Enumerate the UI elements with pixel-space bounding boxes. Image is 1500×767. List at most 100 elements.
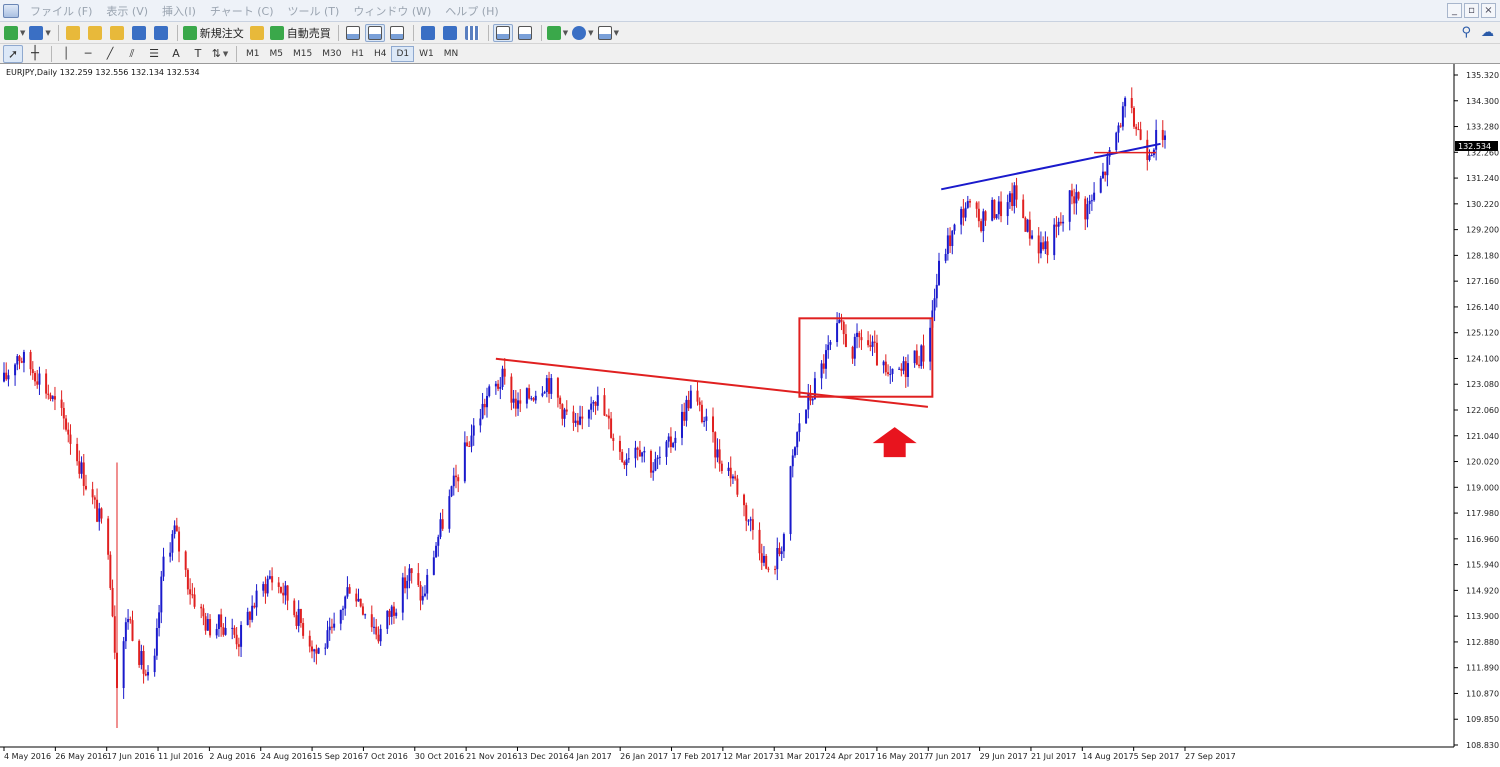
chat-icon[interactable]: ☁ [1481, 25, 1494, 40]
timeframe-d1[interactable]: D1 [391, 45, 415, 62]
date-tick-label: 30 Oct 2016 [415, 752, 464, 761]
timeframe-h4[interactable]: H4 [369, 46, 392, 62]
trendline-tool[interactable]: ╱ [100, 45, 120, 63]
horizontal-line-tool[interactable]: ─ [78, 45, 98, 63]
candle-body [1028, 219, 1031, 239]
bar-chart-button[interactable] [343, 24, 363, 42]
timeframe-m1[interactable]: M1 [241, 46, 265, 62]
tile-windows-button[interactable] [462, 24, 482, 42]
restore-button[interactable]: ▫ [1464, 3, 1479, 18]
indicators-button[interactable]: ▼ [546, 24, 569, 42]
text-tool[interactable]: A [166, 45, 186, 63]
tester-button[interactable] [151, 24, 171, 42]
candle-body [1161, 129, 1164, 140]
navigator-button[interactable] [107, 24, 127, 42]
candle-body [543, 392, 546, 394]
date-tick-label: 24 Apr 2017 [826, 752, 875, 761]
price-chart[interactable]: 135.320134.300133.280132.260131.240130.2… [0, 64, 1500, 767]
candle-body [960, 209, 963, 225]
candle-body [240, 624, 243, 647]
auto-trading-button[interactable]: 自動売買 [269, 24, 332, 42]
templates-button[interactable]: ▼ [597, 24, 620, 42]
candle-body [842, 321, 845, 335]
menu-help[interactable]: ヘルプ (H) [438, 3, 505, 19]
zoom-in-button[interactable] [418, 24, 438, 42]
candle-body [78, 461, 81, 474]
menu-chart[interactable]: チャート (C) [203, 3, 281, 19]
candle-body [388, 610, 391, 617]
candle-body [96, 499, 99, 522]
candle-body [3, 372, 5, 382]
chart-shift-button[interactable] [515, 24, 535, 42]
menu-view[interactable]: 表示 (V) [99, 3, 155, 19]
candle-body [1026, 219, 1029, 232]
candle-body [67, 429, 70, 435]
new-chart-button[interactable]: ▼ [3, 24, 26, 42]
line-chart-button[interactable] [387, 24, 407, 42]
candlestick-button[interactable] [364, 23, 385, 42]
crosshair-tool[interactable]: ┼ [25, 45, 45, 63]
candle-body [1055, 224, 1058, 227]
candle-body [603, 395, 606, 416]
timeframe-h1[interactable]: H1 [346, 46, 369, 62]
candle-body [667, 436, 670, 442]
data-window-button[interactable] [85, 24, 105, 42]
candle-body [286, 585, 289, 601]
candle-body [977, 208, 980, 222]
search-icon[interactable]: ⚲ [1461, 25, 1471, 40]
candle-body [510, 376, 513, 403]
dropdown-arrow-icon: ▼ [562, 28, 569, 37]
profiles-button[interactable]: ▼ [28, 24, 51, 42]
menu-window[interactable]: ウィンドウ (W) [346, 3, 438, 19]
zoom-out-button[interactable] [440, 24, 460, 42]
periods-button[interactable]: ▼ [571, 24, 594, 42]
arrows-tool[interactable]: ⇅ ▼ [210, 45, 230, 63]
toolbar-separator [337, 24, 339, 41]
timeframe-m15[interactable]: M15 [288, 46, 317, 62]
candle-body [1146, 139, 1149, 161]
timeframe-m5[interactable]: M5 [265, 46, 289, 62]
candle-body [778, 547, 781, 555]
candle-body [995, 214, 998, 219]
candle-body [1053, 224, 1056, 256]
pitchfork-tool[interactable]: ⫽ [122, 45, 142, 63]
candle-body [178, 531, 181, 552]
new-order-button[interactable]: 新規注文 [182, 24, 245, 42]
fibonacci-tool[interactable]: ☰ [144, 45, 164, 63]
candle-body [454, 475, 457, 478]
autoscroll-button[interactable] [492, 23, 513, 42]
candle-body [202, 608, 205, 617]
close-button[interactable]: × [1481, 3, 1496, 18]
candle-body [84, 485, 87, 490]
menu-tools[interactable]: ツール (T) [281, 3, 347, 19]
minimize-button[interactable]: _ [1447, 3, 1462, 18]
candle-body [649, 450, 652, 473]
market-watch-button[interactable] [63, 24, 83, 42]
candle-body [731, 476, 734, 479]
metaeditor-button[interactable] [247, 24, 267, 42]
timeframe-w1[interactable]: W1 [414, 46, 439, 62]
candle-body [379, 628, 382, 642]
candle-body [625, 459, 628, 466]
chart-shift-icon [517, 25, 532, 40]
candle-body [793, 447, 796, 456]
date-tick-label: 11 Jul 2016 [158, 752, 203, 761]
app-icon[interactable] [3, 3, 19, 18]
toolbar-separator [540, 24, 542, 41]
candle-body [160, 576, 163, 613]
timeframe-mn[interactable]: MN [439, 46, 464, 62]
cursor-tool[interactable]: ➚ [3, 44, 23, 63]
menu-file[interactable]: ファイル (F) [23, 3, 99, 19]
candle-body [326, 630, 329, 648]
candle-body [189, 589, 192, 595]
candle-body [330, 626, 333, 628]
menu-insert[interactable]: 挿入(I) [155, 3, 203, 19]
text-label-tool[interactable]: T [188, 45, 208, 63]
candle-body [594, 401, 597, 406]
vertical-line-tool[interactable]: │ [56, 45, 76, 63]
timeframe-m30[interactable]: M30 [317, 46, 346, 62]
terminal-button[interactable] [129, 24, 149, 42]
candle-body [1073, 196, 1076, 204]
candle-body [91, 489, 94, 498]
candle-body [246, 611, 249, 625]
